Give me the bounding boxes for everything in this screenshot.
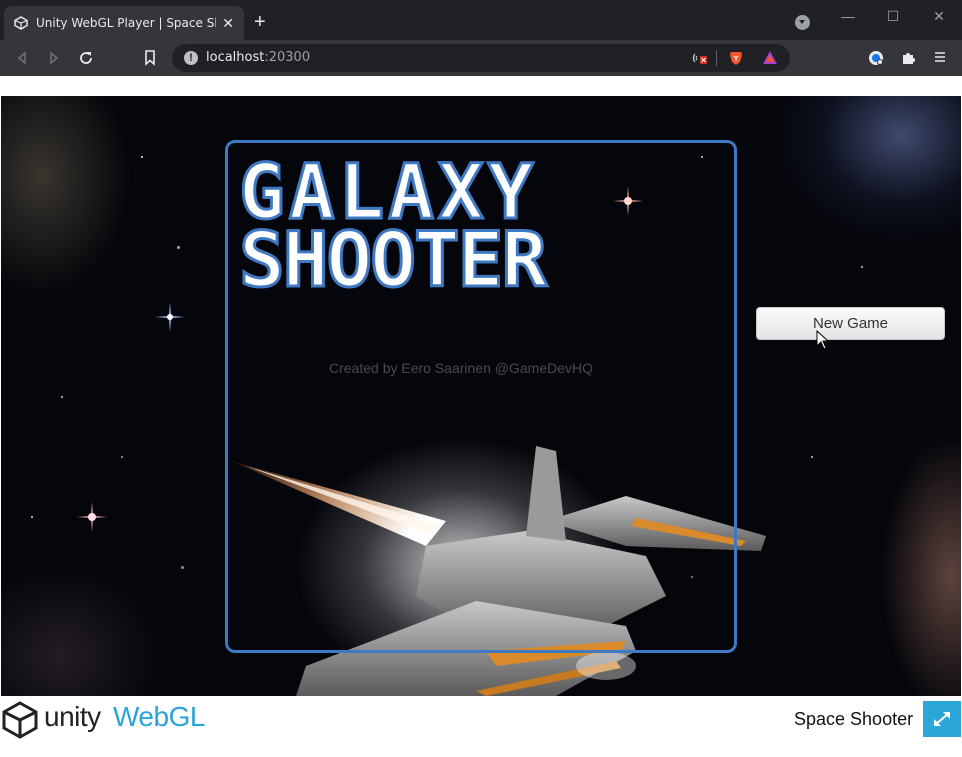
forward-icon[interactable] xyxy=(44,48,64,68)
star xyxy=(61,396,63,398)
brave-rewards-icon[interactable] xyxy=(762,50,778,66)
window-close-icon[interactable]: ✕ xyxy=(929,8,949,25)
star xyxy=(177,246,180,249)
credit-text: Created by Eero Saarinen @GameDevHQ xyxy=(329,360,593,376)
reload-icon[interactable] xyxy=(76,48,96,68)
star xyxy=(141,156,143,158)
browser-titlebar: Unity WebGL Player | Space Shooter ✕ + —… xyxy=(0,0,962,40)
fullscreen-button[interactable] xyxy=(923,701,961,737)
omnibox-divider xyxy=(716,50,717,66)
url-text: localhost:20300 xyxy=(206,50,310,65)
browser-tab[interactable]: Unity WebGL Player | Space Shooter ✕ xyxy=(4,6,244,40)
webgl-label: WebGL xyxy=(113,701,205,732)
cast-blocked-icon[interactable] xyxy=(692,50,708,66)
star xyxy=(811,456,813,458)
browser-toolbar: ! localhost:20300 xyxy=(0,40,962,76)
star xyxy=(861,266,863,268)
game-title: Space Shooter xyxy=(794,709,914,729)
tab-search-icon[interactable] xyxy=(795,15,810,30)
back-icon[interactable] xyxy=(12,48,32,68)
url-port: :20300 xyxy=(264,50,311,65)
unity-logo-icon xyxy=(2,701,38,739)
plus-icon[interactable]: + xyxy=(254,12,266,32)
brave-shield-icon[interactable] xyxy=(728,50,744,66)
cursor-icon xyxy=(816,330,830,350)
bookmark-icon[interactable] xyxy=(140,48,160,68)
page-margin xyxy=(0,76,962,96)
star xyxy=(31,516,33,518)
game-canvas[interactable]: GALAXY SHOOTER Created by Eero Saarinen … xyxy=(1,96,961,696)
maximize-icon[interactable]: ☐ xyxy=(883,8,903,25)
new-game-button[interactable]: New Game xyxy=(756,307,945,340)
unity-tab-icon xyxy=(14,16,28,30)
url-host: localhost xyxy=(206,50,265,65)
menu-icon[interactable] xyxy=(932,50,948,66)
fullscreen-icon xyxy=(934,712,950,726)
unity-footer: unity WebGL Space Shooter xyxy=(0,696,962,757)
galaxy-shooter-logo: GALAXY SHOOTER xyxy=(238,154,552,304)
star xyxy=(181,566,184,569)
tab-title: Unity WebGL Player | Space Shooter xyxy=(36,16,216,30)
unity-label: unity xyxy=(44,701,101,732)
extensions-icon[interactable] xyxy=(900,50,916,66)
account-icon[interactable] xyxy=(868,50,884,66)
logo-line-2: SHOOTER xyxy=(239,215,548,304)
minimize-icon[interactable]: — xyxy=(838,8,858,24)
info-icon[interactable]: ! xyxy=(184,51,198,65)
address-bar[interactable]: ! localhost:20300 xyxy=(172,44,790,72)
close-icon[interactable]: ✕ xyxy=(222,15,234,32)
sparkle-star xyxy=(77,502,107,532)
star xyxy=(121,456,123,458)
sparkle-star xyxy=(155,302,185,332)
